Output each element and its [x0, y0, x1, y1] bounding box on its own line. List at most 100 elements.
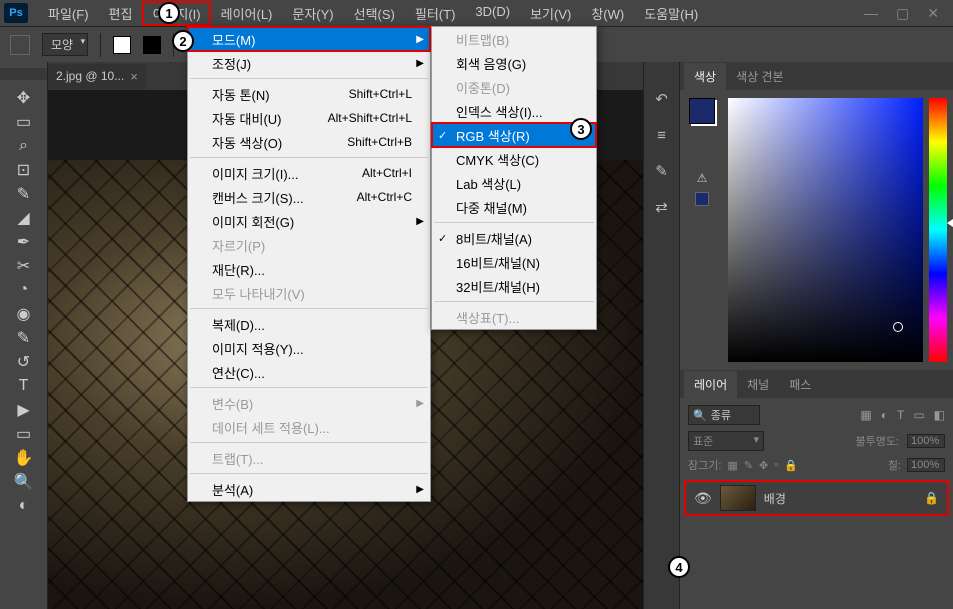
- menu-문자(Y)[interactable]: 문자(Y): [282, 1, 343, 26]
- lock-option-icon[interactable]: ▫: [774, 459, 778, 472]
- submenu-arrow-icon: ▶: [416, 216, 424, 227]
- tool-button[interactable]: ▭: [10, 110, 38, 134]
- brush-icon[interactable]: ✎: [651, 160, 673, 182]
- lock-option-icon[interactable]: ✎: [744, 459, 753, 472]
- menu-item-복제(D)...[interactable]: 복제(D)...: [188, 312, 430, 336]
- menu-item-이미지 회전(G)[interactable]: 이미지 회전(G)▶: [188, 209, 430, 233]
- menu-3D(D)[interactable]: 3D(D): [465, 1, 520, 26]
- tab-paths[interactable]: 패스: [779, 371, 821, 398]
- layer-row-background[interactable]: 👁 배경 🔒: [684, 480, 949, 516]
- maximize-button[interactable]: ▢: [896, 5, 909, 22]
- gamut-warning-icon[interactable]: ⚠: [694, 170, 710, 186]
- layer-thumbnail[interactable]: [720, 485, 756, 511]
- tool-button[interactable]: ✎: [10, 326, 38, 350]
- app-logo: Ps: [4, 3, 28, 23]
- tool-button[interactable]: ✋: [10, 446, 38, 470]
- menu-item-이미지 적용(Y)...[interactable]: 이미지 적용(Y)...: [188, 336, 430, 360]
- tab-swatches[interactable]: 색상 견본: [726, 63, 794, 90]
- menu-item-비트맵(B): 비트맵(B): [432, 27, 596, 51]
- lock-option-icon[interactable]: ✥: [759, 459, 768, 472]
- menu-item-다중 채널(M)[interactable]: 다중 채널(M): [432, 195, 596, 219]
- visibility-icon[interactable]: 👁: [694, 490, 712, 507]
- layer-filter-icon[interactable]: ▦: [860, 408, 871, 422]
- tool-button[interactable]: ◢: [10, 206, 38, 230]
- menu-item-Lab 색상(L)[interactable]: Lab 색상(L): [432, 171, 596, 195]
- tool-button[interactable]: ◐: [10, 494, 38, 518]
- properties-icon[interactable]: ≡: [651, 124, 673, 146]
- tool-preset-icon[interactable]: [10, 35, 30, 55]
- layer-filter-icon[interactable]: ◧: [934, 408, 945, 422]
- tool-button[interactable]: ▭: [10, 422, 38, 446]
- menu-item-자동 대비(U)[interactable]: 자동 대비(U)Alt+Shift+Ctrl+L: [188, 106, 430, 130]
- menu-item-8비트/채널(A)[interactable]: ✓8비트/채널(A): [432, 226, 596, 250]
- tool-button[interactable]: ⌕: [10, 134, 38, 158]
- menu-item-회색 음영(G)[interactable]: 회색 음영(G): [432, 51, 596, 75]
- menu-item-16비트/채널(N)[interactable]: 16비트/채널(N): [432, 250, 596, 274]
- blend-mode-select[interactable]: 표준: [688, 431, 764, 451]
- menu-선택(S)[interactable]: 선택(S): [344, 1, 405, 26]
- shape-mode-select[interactable]: 모양: [42, 33, 88, 56]
- window-controls: — ▢ ✕: [864, 5, 949, 22]
- menu-item-label: 자르기(P): [212, 236, 265, 255]
- menu-도움말(H)[interactable]: 도움말(H): [634, 1, 708, 26]
- tool-button[interactable]: ↺: [10, 350, 38, 374]
- close-tab-icon[interactable]: ×: [130, 69, 138, 84]
- menu-편집[interactable]: 편집: [99, 1, 143, 26]
- tool-button[interactable]: ✥: [10, 86, 38, 110]
- opacity-input[interactable]: 100%: [907, 434, 945, 448]
- menu-item-모드(M)[interactable]: 모드(M)▶: [188, 27, 430, 51]
- menu-item-인덱스 색상(I)...[interactable]: 인덱스 색상(I)...: [432, 99, 596, 123]
- tab-color[interactable]: 색상: [684, 63, 726, 90]
- menu-item-이미지 크기(I)...[interactable]: 이미지 크기(I)...Alt+Ctrl+I: [188, 161, 430, 185]
- menu-item-label: 재단(R)...: [212, 260, 265, 279]
- tool-button[interactable]: ✒: [10, 230, 38, 254]
- menu-shortcut: Alt+Ctrl+I: [362, 166, 412, 180]
- menu-파일(F)[interactable]: 파일(F): [38, 1, 99, 26]
- fill-swatch[interactable]: [113, 36, 131, 54]
- adjustments-icon[interactable]: ⇄: [651, 196, 673, 218]
- history-icon[interactable]: ↶: [651, 88, 673, 110]
- lock-option-icon[interactable]: ▦: [727, 459, 737, 472]
- lock-option-icon[interactable]: 🔒: [784, 459, 798, 472]
- tab-layers[interactable]: 레이어: [684, 371, 737, 398]
- menu-item-CMYK 색상(C)[interactable]: CMYK 색상(C): [432, 147, 596, 171]
- minimize-button[interactable]: —: [864, 5, 878, 22]
- tool-button[interactable]: ◉: [10, 302, 38, 326]
- menu-item-자동 색상(O)[interactable]: 자동 색상(O)Shift+Ctrl+B: [188, 130, 430, 154]
- tool-button[interactable]: 🔍: [10, 470, 38, 494]
- tab-channels[interactable]: 채널: [737, 371, 779, 398]
- menu-보기(V)[interactable]: 보기(V): [520, 1, 581, 26]
- fill-input[interactable]: 100%: [907, 458, 945, 472]
- tool-button[interactable]: ✂: [10, 254, 38, 278]
- layer-filter-icon[interactable]: ◐: [881, 408, 888, 422]
- document-tab[interactable]: 2.jpg @ 10... ×: [48, 64, 146, 89]
- layer-filter-icon[interactable]: ▭: [913, 408, 924, 422]
- menu-item-분석(A)[interactable]: 분석(A)▶: [188, 477, 430, 501]
- tool-button[interactable]: ⊡: [10, 158, 38, 182]
- tool-button[interactable]: ▶: [10, 398, 38, 422]
- color-field[interactable]: [728, 98, 923, 362]
- menu-item-조정(J)[interactable]: 조정(J)▶: [188, 51, 430, 75]
- hue-slider[interactable]: [929, 98, 947, 362]
- tool-button[interactable]: ◔: [10, 278, 38, 302]
- menu-필터(T)[interactable]: 필터(T): [405, 1, 466, 26]
- menu-item-연산(C)...[interactable]: 연산(C)...: [188, 360, 430, 384]
- websafe-swatch[interactable]: [695, 192, 709, 206]
- stroke-swatch[interactable]: [143, 36, 161, 54]
- image-menu-dropdown: 모드(M)▶조정(J)▶ 자동 톤(N)Shift+Ctrl+L자동 대비(U)A…: [187, 26, 431, 502]
- submenu-arrow-icon: ▶: [416, 398, 424, 409]
- menu-item-재단(R)...[interactable]: 재단(R)...: [188, 257, 430, 281]
- layer-filter-select[interactable]: 🔍 종류: [688, 405, 760, 425]
- menu-레이어(L)[interactable]: 레이어(L): [211, 1, 283, 26]
- menu-item-32비트/채널(H)[interactable]: 32비트/채널(H): [432, 274, 596, 298]
- layer-filter-icon[interactable]: T: [897, 408, 904, 422]
- menu-item-캔버스 크기(S)...[interactable]: 캔버스 크기(S)...Alt+Ctrl+C: [188, 185, 430, 209]
- close-button[interactable]: ✕: [927, 5, 939, 22]
- tool-button[interactable]: ✎: [10, 182, 38, 206]
- menu-item-자동 톤(N)[interactable]: 자동 톤(N)Shift+Ctrl+L: [188, 82, 430, 106]
- tool-button[interactable]: T: [10, 374, 38, 398]
- menu-item-label: Lab 색상(L): [456, 174, 521, 193]
- layer-name[interactable]: 배경: [764, 490, 786, 507]
- menu-창(W)[interactable]: 창(W): [581, 1, 634, 26]
- foreground-color-swatch[interactable]: [689, 98, 715, 124]
